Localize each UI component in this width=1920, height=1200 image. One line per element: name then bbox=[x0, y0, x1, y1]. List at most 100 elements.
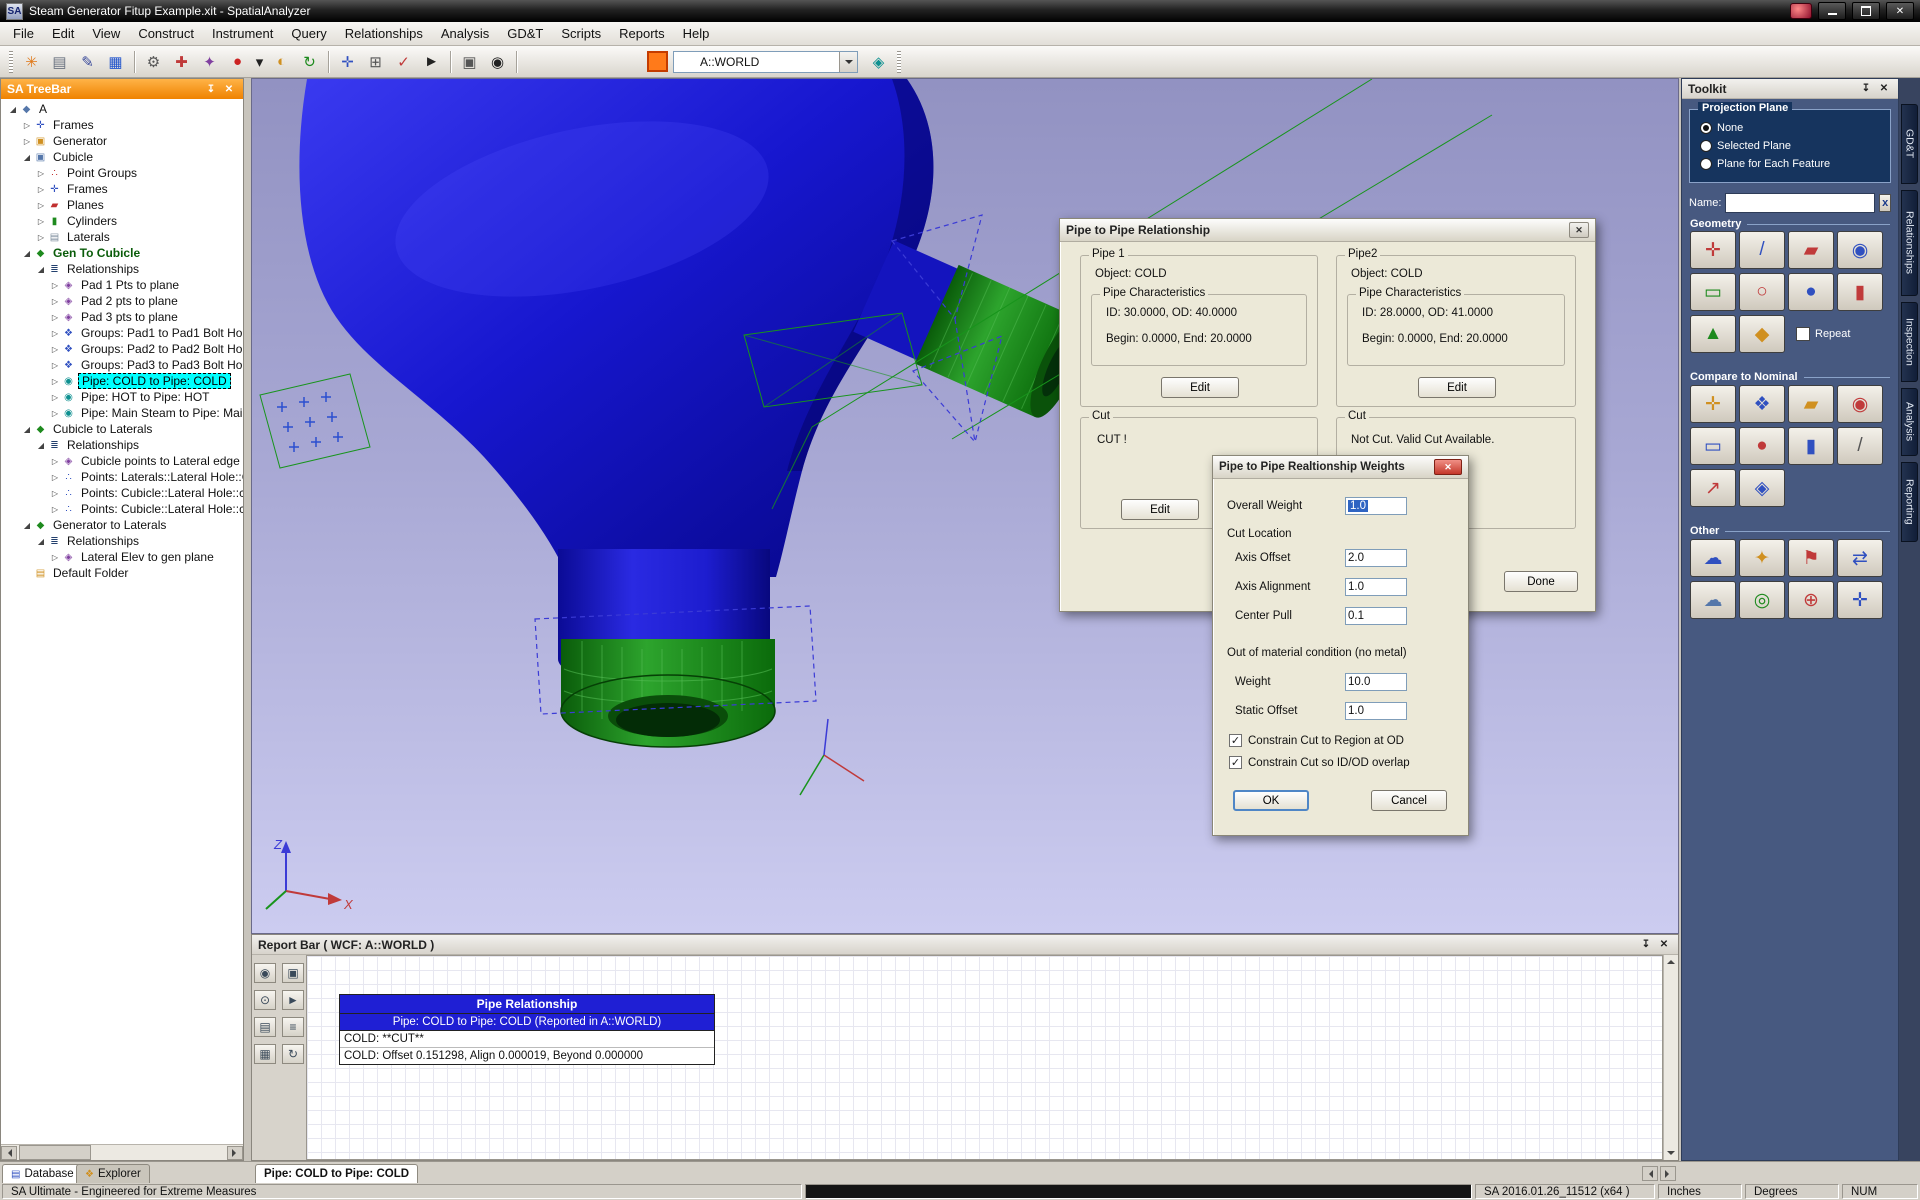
relationship-report-table[interactable]: Pipe Relationship Pipe: COLD to Pipe: CO… bbox=[339, 994, 715, 1065]
tree-item[interactable]: ▷◈Cubicle points to Lateral edge planes bbox=[1, 453, 243, 469]
close-icon[interactable]: ✕ bbox=[1434, 459, 1462, 475]
compare-frame-icon[interactable]: ◈ bbox=[1739, 469, 1785, 507]
weight-input[interactable]: 10.0 bbox=[1345, 673, 1407, 691]
fit-plane-icon[interactable]: ▰ bbox=[1788, 231, 1834, 269]
compare-circle-icon[interactable]: ◉ bbox=[1837, 385, 1883, 423]
tab-analysis[interactable]: Analysis bbox=[1901, 388, 1918, 456]
menu-instrument[interactable]: Instrument bbox=[203, 23, 282, 44]
repeat-checkbox[interactable]: Repeat bbox=[1796, 327, 1850, 341]
expander-icon[interactable]: ▷ bbox=[49, 553, 61, 562]
center-pull-input[interactable]: 0.1 bbox=[1345, 607, 1407, 625]
menu-construct[interactable]: Construct bbox=[129, 23, 203, 44]
point-cloud-icon[interactable]: ☁ bbox=[1690, 539, 1736, 577]
clear-name-button[interactable]: x bbox=[1879, 194, 1891, 212]
expander-icon[interactable]: ▷ bbox=[49, 313, 61, 322]
tab-database[interactable]: ▤ Database bbox=[2, 1164, 83, 1183]
radio-icon[interactable] bbox=[1700, 122, 1712, 134]
expander-icon[interactable]: ◢ bbox=[21, 425, 33, 434]
expander-icon[interactable]: ◢ bbox=[21, 521, 33, 530]
maximize-button[interactable] bbox=[1852, 2, 1880, 20]
check-icon[interactable]: ✓ bbox=[390, 48, 417, 75]
layout-icon[interactable]: ▦ bbox=[254, 1044, 276, 1064]
expander-icon[interactable]: ▷ bbox=[49, 409, 61, 418]
grid-view-icon[interactable]: ⊞ bbox=[362, 48, 389, 75]
expander-icon[interactable]: ▷ bbox=[49, 489, 61, 498]
checkbox-icon[interactable]: ✓ bbox=[1229, 756, 1242, 769]
expander-icon[interactable]: ▷ bbox=[49, 281, 61, 290]
tree-item[interactable]: ▷◈Pad 1 Pts to plane bbox=[1, 277, 243, 293]
fit-cylinder-icon[interactable]: ▮ bbox=[1837, 273, 1883, 311]
dialog-title-bar[interactable]: Pipe to Pipe Relationship ✕ bbox=[1060, 219, 1595, 242]
tree-item[interactable]: ◢≣Relationships bbox=[1, 437, 243, 453]
tree-item[interactable]: ◢◆Cubicle to Laterals bbox=[1, 421, 243, 437]
chevron-down-icon[interactable] bbox=[839, 52, 857, 72]
axis-alignment-input[interactable]: 1.0 bbox=[1345, 578, 1407, 596]
compare-sphere-icon[interactable]: ● bbox=[1739, 427, 1785, 465]
tree-item[interactable]: ◢◆A bbox=[1, 101, 243, 117]
steam-generator-vessel[interactable] bbox=[299, 79, 933, 577]
active-color-swatch[interactable] bbox=[647, 51, 668, 72]
fit-line-icon[interactable]: / bbox=[1739, 231, 1785, 269]
tree-item[interactable]: ◢◆Gen To Cubicle bbox=[1, 245, 243, 261]
scroll-down-icon[interactable] bbox=[1667, 1151, 1675, 1159]
overall-weight-input[interactable]: 1.0 bbox=[1345, 497, 1407, 515]
axes-icon[interactable]: ✛ bbox=[1837, 581, 1883, 619]
menu-relationships[interactable]: Relationships bbox=[336, 23, 432, 44]
tree-item[interactable]: ▷◈Lateral Elev to gen plane bbox=[1, 549, 243, 565]
report-vertical-scrollbar[interactable] bbox=[1663, 955, 1678, 1160]
pin-icon[interactable]: ↧ bbox=[1858, 81, 1874, 96]
tree-item[interactable]: ▷❖Groups: Pad3 to Pad3 Bolt Holes bbox=[1, 357, 243, 373]
fit-sphere-icon[interactable]: ● bbox=[1788, 273, 1834, 311]
pin-icon[interactable]: ↧ bbox=[1638, 937, 1654, 952]
fit-slot-icon[interactable]: ▭ bbox=[1690, 273, 1736, 311]
menu-query[interactable]: Query bbox=[282, 23, 335, 44]
status-units[interactable]: Inches bbox=[1658, 1184, 1742, 1199]
dialog-title-bar[interactable]: Pipe to Pipe Realtionship Weights ✕ bbox=[1213, 456, 1468, 479]
report-tab-scroll-right-icon[interactable] bbox=[1660, 1166, 1676, 1181]
target-icon[interactable]: ◎ bbox=[1739, 581, 1785, 619]
tree-item[interactable]: ▷◉Pipe: Main Steam to Pipe: Main Steam bbox=[1, 405, 243, 421]
close-icon[interactable]: ✕ bbox=[1656, 937, 1672, 952]
tree-item[interactable]: ▷❖Groups: Pad1 to Pad1 Bolt Holes bbox=[1, 325, 243, 341]
tree-item[interactable]: ◢≣Relationships bbox=[1, 261, 243, 277]
menu-view[interactable]: View bbox=[83, 23, 129, 44]
save-icon[interactable]: ▦ bbox=[102, 48, 129, 75]
tab-gdt[interactable]: GD&T bbox=[1901, 104, 1918, 184]
tree-item[interactable]: ◢≣Relationships bbox=[1, 533, 243, 549]
pipe2-edit-button[interactable]: Edit bbox=[1418, 377, 1496, 398]
new-file-icon[interactable]: ▤ bbox=[46, 48, 73, 75]
expander-icon[interactable]: ▷ bbox=[35, 201, 47, 210]
list-icon[interactable]: ≡ bbox=[282, 1017, 304, 1037]
fit-ellipse-icon[interactable]: ○ bbox=[1739, 273, 1785, 311]
expander-icon[interactable]: ◢ bbox=[35, 265, 47, 274]
checkbox-icon[interactable]: ✓ bbox=[1229, 734, 1242, 747]
expander-icon[interactable]: ▷ bbox=[21, 137, 33, 146]
scroll-right-icon[interactable] bbox=[227, 1146, 243, 1160]
sphere-dropdown-icon[interactable]: ▾ bbox=[252, 48, 267, 75]
model-tree[interactable]: ◢◆A ▷✛Frames ▷▣Generator ◢▣Cubicle ▷∴Poi… bbox=[1, 99, 243, 1145]
expander-icon[interactable]: ▷ bbox=[35, 185, 47, 194]
expander-icon[interactable]: ▷ bbox=[49, 505, 61, 514]
close-icon[interactable]: ✕ bbox=[1569, 222, 1589, 238]
cut1-edit-button[interactable]: Edit bbox=[1121, 499, 1199, 520]
tree-item[interactable]: ▷◈Pad 3 pts to plane bbox=[1, 309, 243, 325]
report-template-icon[interactable]: ▤ bbox=[254, 1017, 276, 1037]
menu-gdt[interactable]: GD&T bbox=[498, 23, 552, 44]
radio-icon[interactable] bbox=[1700, 158, 1712, 170]
tree-item[interactable]: ▷❖Groups: Pad2 to Pad2 Bolt Holes bbox=[1, 341, 243, 357]
pin-icon[interactable]: ↧ bbox=[203, 82, 219, 97]
compare-line-icon[interactable]: / bbox=[1837, 427, 1883, 465]
done-button[interactable]: Done bbox=[1504, 571, 1578, 592]
constrain-region-checkbox[interactable]: ✓ Constrain Cut to Region at OD bbox=[1229, 734, 1404, 747]
highlight-icon[interactable]: ✦ bbox=[1739, 539, 1785, 577]
compare-cylinder-icon[interactable]: ▮ bbox=[1788, 427, 1834, 465]
cloud-mesh-icon[interactable]: ☁ bbox=[1690, 581, 1736, 619]
tree-item[interactable]: ◢◆Generator to Laterals bbox=[1, 517, 243, 533]
tree-item[interactable]: ▷▣Generator bbox=[1, 133, 243, 149]
axis-offset-input[interactable]: 2.0 bbox=[1345, 549, 1407, 567]
expander-icon[interactable]: ▷ bbox=[49, 297, 61, 306]
paint-brush-icon[interactable]: ✦ bbox=[196, 48, 223, 75]
expander-icon[interactable]: ▷ bbox=[49, 361, 61, 370]
radio-none[interactable]: None bbox=[1690, 119, 1890, 137]
tab-relationships[interactable]: Relationships bbox=[1901, 190, 1918, 296]
